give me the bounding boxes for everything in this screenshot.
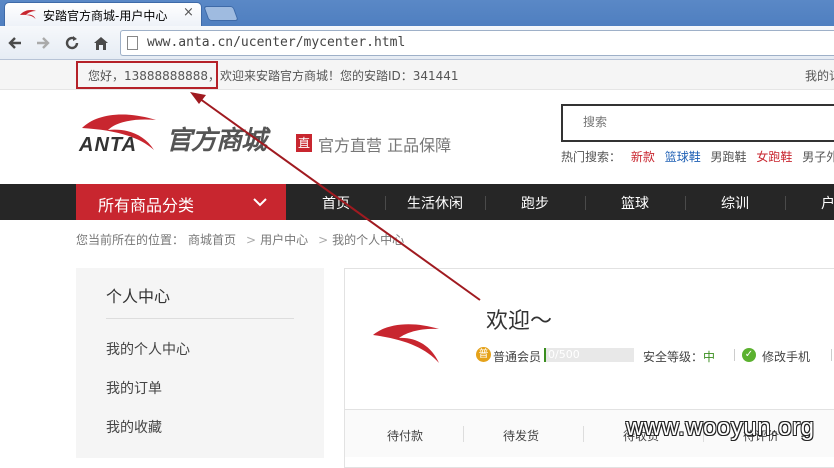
breadcrumb-item[interactable]: 用户中心	[260, 233, 308, 247]
order-tab-divider	[463, 426, 464, 442]
browser-tab-strip: 安踏官方商城-用户中心 ×	[0, 0, 834, 26]
nav-divider	[785, 196, 786, 210]
hot-search-item[interactable]: 新款	[631, 150, 655, 164]
logo-wordmark[interactable]: ANTA	[79, 134, 137, 157]
nav-item-casual[interactable]: 生活休闲	[407, 193, 463, 213]
modify-phone-link[interactable]: 修改手机	[762, 348, 810, 365]
points-progress-fill	[544, 348, 546, 362]
logo-slogan: 官方直营 正品保障	[318, 136, 452, 155]
sidebar-title: 个人中心	[106, 287, 171, 306]
tab-close-icon[interactable]: ×	[183, 5, 194, 20]
address-bar[interactable]: www.anta.cn/ucenter/mycenter.html	[120, 30, 834, 56]
reload-icon	[65, 36, 79, 50]
logo-mall-text: 官方商城	[166, 126, 267, 156]
browser-tab[interactable]: 安踏官方商城-用户中心 ×	[4, 2, 202, 26]
order-tab-unpaid[interactable]: 待付款	[387, 427, 423, 444]
breadcrumb: 您当前所在的位置： 商城首页 > 用户中心 > 我的个人中心	[76, 231, 408, 248]
chevron-down-icon	[253, 198, 267, 207]
nav-divider	[385, 196, 386, 210]
security-level-value: 中	[703, 350, 716, 364]
browser-toolbar: www.anta.cn/ucenter/mycenter.html	[0, 26, 834, 60]
breadcrumb-item[interactable]: 我的个人中心	[332, 233, 404, 247]
points-progress-bar: 0/500	[544, 348, 634, 362]
my-orders-link[interactable]: 我的订	[805, 67, 834, 84]
nav-item-running[interactable]: 跑步	[521, 193, 549, 213]
hot-search: 热门搜索： 新款 篮球鞋 男跑鞋 女跑鞋 男子外	[561, 148, 834, 165]
back-button[interactable]	[4, 32, 26, 54]
anta-favicon-icon	[20, 10, 36, 19]
all-categories-label: 所有商品分类	[98, 196, 195, 215]
member-badge-icon: 普	[476, 347, 491, 362]
breadcrumb-separator-icon: >	[246, 233, 257, 247]
nav-divider	[685, 196, 686, 210]
new-tab-button[interactable]	[203, 6, 239, 21]
direct-sale-badge: 直	[296, 134, 312, 152]
arrow-right-icon	[37, 37, 50, 49]
hot-search-item[interactable]: 男子外	[802, 150, 834, 164]
nav-item-basketball[interactable]: 篮球	[621, 193, 649, 213]
hot-search-label: 热门搜索：	[561, 150, 622, 164]
main-nav: 所有商品分类 首页 生活休闲 跑步 篮球 综训 户	[0, 184, 834, 220]
annotation-highlight-box	[76, 61, 218, 89]
sidebar-item-my-orders[interactable]: 我的订单	[106, 378, 162, 398]
hot-search-item[interactable]: 女跑鞋	[756, 150, 792, 164]
welcome-heading: 欢迎～	[486, 309, 553, 334]
nav-item-training[interactable]: 综训	[721, 193, 749, 213]
forward-button[interactable]	[32, 32, 54, 54]
watermark: www.wooyun.org	[626, 414, 815, 441]
sidebar-item-my-center[interactable]: 我的个人中心	[106, 339, 190, 359]
nav-item-outdoor[interactable]: 户	[821, 193, 834, 213]
reload-button[interactable]	[61, 32, 83, 54]
user-avatar-logo-icon	[373, 324, 439, 363]
nav-divider	[585, 196, 586, 210]
breadcrumb-prefix: 您当前所在的位置：	[76, 233, 185, 247]
info-divider	[734, 349, 735, 361]
order-tab-divider	[583, 426, 584, 442]
user-center-sidebar: 个人中心 我的个人中心 我的订单 我的收藏	[76, 268, 324, 458]
order-tab-unshipped[interactable]: 待发货	[503, 427, 539, 444]
tab-title: 安踏官方商城-用户中心	[43, 9, 168, 23]
info-divider	[831, 349, 832, 361]
page-icon	[127, 36, 138, 50]
nav-divider	[485, 196, 486, 210]
home-icon	[94, 37, 108, 50]
search-box	[561, 104, 834, 142]
arrow-left-icon	[8, 37, 21, 49]
hot-search-item[interactable]: 篮球鞋	[665, 150, 701, 164]
check-icon: ✓	[742, 348, 756, 362]
security-level-label: 安全等级：	[643, 350, 704, 364]
member-level: 普通会员	[493, 350, 542, 364]
url-text[interactable]: www.anta.cn/ucenter/mycenter.html	[147, 35, 405, 50]
points-progress-label: 0/500	[548, 348, 580, 361]
breadcrumb-separator-icon: >	[318, 233, 329, 247]
site-header: ANTA 官方商城 直 官方直营 正品保障 热门搜索： 新款 篮球鞋 男跑鞋 女…	[0, 90, 834, 184]
sidebar-item-my-favorites[interactable]: 我的收藏	[106, 417, 162, 437]
breadcrumb-item[interactable]: 商城首页	[188, 233, 236, 247]
hot-search-item[interactable]: 男跑鞋	[711, 150, 747, 164]
sidebar-divider	[106, 318, 294, 319]
site-top-bar: 您好，13888888888，欢迎来安踏官方商城！您的安踏ID：341441 我…	[0, 60, 834, 90]
nav-item-home[interactable]: 首页	[322, 193, 350, 213]
home-button[interactable]	[90, 32, 112, 54]
search-input[interactable]	[583, 115, 823, 129]
all-categories-button[interactable]: 所有商品分类	[76, 184, 286, 220]
